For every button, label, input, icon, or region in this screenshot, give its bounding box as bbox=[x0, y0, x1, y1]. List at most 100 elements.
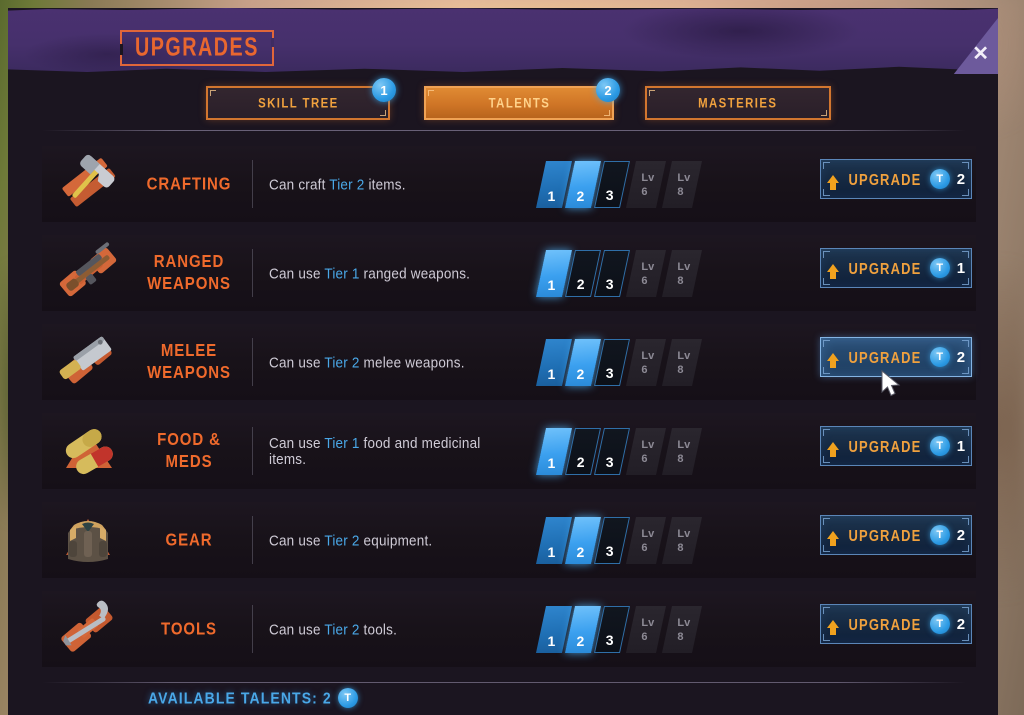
tier-slot-locked: Lv 8 bbox=[662, 605, 702, 653]
tier-slot-locked: Lv 8 bbox=[662, 338, 702, 386]
upgrade-button-label: UPGRADE bbox=[848, 615, 922, 633]
desc-tier-value: Tier 1 bbox=[324, 264, 360, 282]
tier-slot-label: 1 bbox=[547, 187, 556, 204]
upgrade-button[interactable]: UPGRADE T 1 bbox=[820, 426, 972, 466]
talent-description: Can use Tier 1 ranged weapons. bbox=[269, 265, 517, 281]
tier-slot-locked: Lv 6 bbox=[626, 605, 666, 653]
tier-slot-track: 1 2 3 Lv 6 Lv 8 bbox=[536, 427, 713, 475]
row-divider bbox=[252, 427, 253, 475]
corner-accent bbox=[428, 90, 434, 96]
desc-tier-value: Tier 2 bbox=[324, 353, 360, 371]
tier-slot-label: 3 bbox=[605, 275, 614, 292]
desc-tier-value: Tier 2 bbox=[324, 620, 360, 638]
tier-slot-label: 2 bbox=[576, 275, 585, 292]
tier-slot-track: 1 2 3 Lv 6 Lv 8 bbox=[536, 160, 713, 208]
tier-slot-locked: Lv 6 bbox=[626, 160, 666, 208]
talent-name: TOOLS bbox=[161, 619, 217, 639]
upgrade-button[interactable]: UPGRADE T 2 bbox=[820, 604, 972, 644]
corner-accent bbox=[823, 189, 830, 196]
arrow-up-icon bbox=[826, 264, 839, 279]
upgrade-button-label: UPGRADE bbox=[848, 348, 922, 366]
hammer-and-planks-icon bbox=[48, 151, 134, 217]
corner-accent bbox=[823, 429, 830, 436]
locked-lv-label: Lv bbox=[641, 616, 654, 628]
talent-name: GEAR bbox=[165, 530, 213, 550]
upgrade-button[interactable]: UPGRADE T 2 bbox=[820, 337, 972, 377]
available-talents: AVAILABLE TALENTS: 2 T bbox=[148, 688, 358, 708]
desc-prefix: Can use bbox=[269, 620, 325, 638]
tier-slot-label: 3 bbox=[605, 542, 614, 559]
talent-row: CRAFTING Can craft Tier 2 items. 1 2 3 Lv 6 Lv 8… bbox=[42, 146, 976, 222]
upgrade-button-label: UPGRADE bbox=[848, 437, 922, 455]
tab-badge-count: 2 bbox=[596, 78, 620, 102]
corner-accent bbox=[962, 367, 969, 374]
locked-lv-number: 6 bbox=[641, 274, 648, 286]
available-talents-label: AVAILABLE TALENTS: 2 bbox=[148, 688, 332, 708]
talent-row: RANGED WEAPONS Can use Tier 1 ranged weap… bbox=[42, 235, 976, 311]
locked-lv-number: 8 bbox=[677, 185, 684, 197]
desc-prefix: Can craft bbox=[269, 175, 330, 193]
tier-slot-label: 2 bbox=[576, 365, 585, 382]
row-divider bbox=[252, 605, 253, 653]
talent-token-icon: T bbox=[929, 347, 950, 367]
corner-accent bbox=[962, 607, 969, 614]
talent-description: Can craft Tier 2 items. bbox=[269, 176, 517, 192]
locked-lv-label: Lv bbox=[677, 260, 690, 272]
arrow-up-icon bbox=[826, 531, 839, 546]
locked-lv-number: 8 bbox=[677, 630, 684, 642]
locked-lv-number: 6 bbox=[641, 363, 648, 375]
upgrade-cost: 2 bbox=[956, 615, 966, 633]
upgrade-button[interactable]: UPGRADE T 1 bbox=[820, 248, 972, 288]
tier-slot-locked: Lv 8 bbox=[662, 427, 702, 475]
corner-accent bbox=[649, 90, 655, 96]
row-divider bbox=[252, 160, 253, 208]
page-title-label: UPGRADES bbox=[135, 33, 259, 62]
corner-accent bbox=[962, 634, 969, 641]
close-button[interactable]: ✕ bbox=[950, 18, 998, 74]
locked-lv-label: Lv bbox=[641, 171, 654, 183]
arrow-up-icon bbox=[826, 442, 839, 457]
jacket-icon bbox=[48, 507, 134, 573]
locked-lv-number: 6 bbox=[641, 185, 648, 197]
talent-description: Can use Tier 2 tools. bbox=[269, 621, 517, 637]
desc-prefix: Can use bbox=[269, 353, 325, 371]
tab-bar: SKILL TREE 1 TALENTS 2 MASTERIES bbox=[8, 76, 998, 124]
corner-accent bbox=[604, 110, 610, 116]
talent-token-icon: T bbox=[929, 525, 950, 545]
corner-accent bbox=[962, 429, 969, 436]
tier-slot-label: 1 bbox=[547, 454, 556, 471]
corner-accent bbox=[823, 278, 830, 285]
corner-accent bbox=[823, 367, 830, 374]
tab-skill-tree[interactable]: SKILL TREE 1 bbox=[206, 78, 396, 120]
corner-accent bbox=[821, 110, 827, 116]
corner-accent bbox=[210, 90, 216, 96]
corner-accent bbox=[962, 278, 969, 285]
corner-accent bbox=[962, 545, 969, 552]
upgrade-button[interactable]: UPGRADE T 2 bbox=[820, 515, 972, 555]
close-icon: ✕ bbox=[972, 43, 989, 65]
tab-masteries[interactable]: MASTERIES bbox=[645, 86, 831, 120]
pills-icon bbox=[48, 418, 134, 484]
corner-accent bbox=[823, 634, 830, 641]
tier-slot-label: 2 bbox=[576, 543, 585, 560]
tier-slot-locked: Lv 6 bbox=[626, 249, 666, 297]
upgrade-cost: 2 bbox=[956, 348, 966, 366]
tier-slot-locked: Lv 6 bbox=[626, 516, 666, 564]
tab-label: TALENTS bbox=[488, 94, 550, 112]
upgrade-cost: 2 bbox=[956, 170, 966, 188]
tier-slot-locked: Lv 6 bbox=[626, 427, 666, 475]
tab-label: SKILL TREE bbox=[257, 94, 339, 112]
locked-lv-label: Lv bbox=[677, 171, 690, 183]
upgrade-button[interactable]: UPGRADE T 2 bbox=[820, 159, 972, 199]
tier-slot-track: 1 2 3 Lv 6 Lv 8 bbox=[536, 338, 713, 386]
upgrades-panel: UPGRADES ✕ SKILL TREE 1 TALENTS 2 MASTER… bbox=[8, 8, 998, 715]
talents-list: CRAFTING Can craft Tier 2 items. 1 2 3 Lv 6 Lv 8… bbox=[42, 146, 976, 680]
talent-description: Can use Tier 2 melee weapons. bbox=[269, 354, 517, 370]
tab-talents[interactable]: TALENTS 2 bbox=[424, 78, 620, 120]
talent-name: MELEE WEAPONS bbox=[147, 341, 231, 383]
arrow-up-icon bbox=[826, 620, 839, 635]
upgrade-cost: 1 bbox=[956, 437, 966, 455]
tier-slot-locked: Lv 6 bbox=[626, 338, 666, 386]
rifle-icon bbox=[48, 240, 134, 306]
arrow-up-icon bbox=[826, 353, 839, 368]
